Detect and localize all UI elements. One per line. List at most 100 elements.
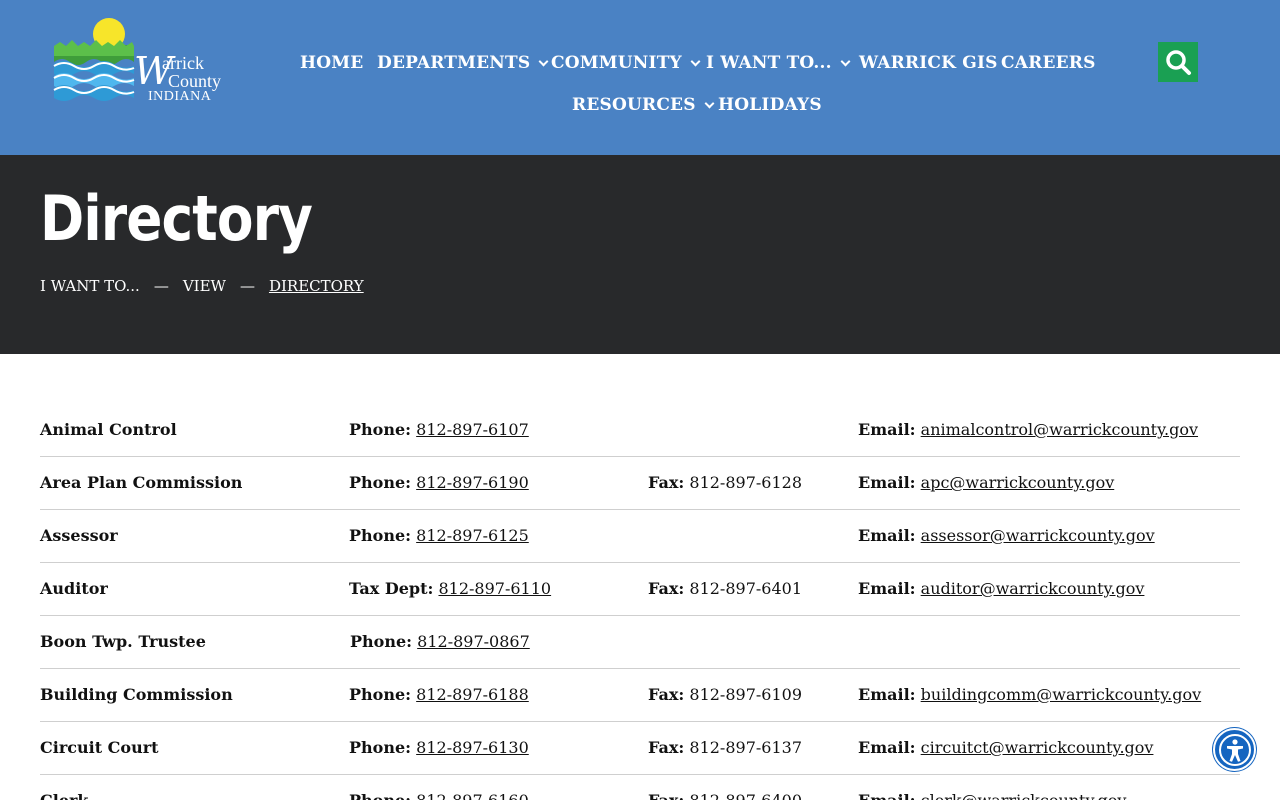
fax-number: 812-897-6400 [689,791,802,800]
email-label: Email: [858,579,916,598]
phone-label: Phone: [350,632,413,651]
nav-careers[interactable]: CAREERS [1001,53,1096,73]
accessibility-button[interactable] [1213,728,1256,771]
department-name: Animal Control [40,420,177,439]
logo-line-arrick: arrick [162,53,204,73]
nav-home[interactable]: HOME [300,53,363,73]
phone-cell: Phone: 812-897-6130 [349,738,529,757]
directory-row: Assessor Phone: 812-897-6125 Email: asse… [40,510,1240,563]
breadcrumb-directory[interactable]: DIRECTORY [269,277,364,295]
fax-cell: Fax: 812-897-6109 [648,685,802,704]
phone-cell: Phone: 812-897-6190 [349,473,529,492]
accessibility-icon [1218,733,1251,766]
breadcrumb-i-want-to[interactable]: I WANT TO... [40,277,140,295]
department-name: Assessor [40,526,118,545]
phone-link[interactable]: 812-897-6160 [416,791,529,800]
fax-cell: Fax: 812-897-6401 [648,579,802,598]
directory-row: Building Commission Phone: 812-897-6188 … [40,669,1240,722]
department-name: Building Commission [40,685,233,704]
nav-departments[interactable]: DEPARTMENTS [377,53,549,73]
page-hero: Directory I WANT TO... — VIEW — DIRECTOR… [0,155,1280,354]
fax-label: Fax: [648,791,684,800]
phone-link[interactable]: 812-897-6125 [416,526,529,545]
department-name: Circuit Court [40,738,159,757]
nav-warrick-gis[interactable]: WARRICK GIS [859,53,998,73]
chevron-down-icon [704,98,715,108]
email-cell: Email: buildingcomm@warrickcounty.gov [858,685,1201,704]
fax-cell: Fax: 812-897-6137 [648,738,802,757]
chevron-down-icon [538,56,549,66]
phone-link[interactable]: 812-897-6188 [416,685,529,704]
breadcrumb: I WANT TO... — VIEW — DIRECTORY [40,277,364,295]
email-cell: Email: circuitct@warrickcounty.gov [858,738,1153,757]
directory-row: Boon Twp. Trustee Phone: 812-897-0867 [40,616,1240,669]
email-link[interactable]: buildingcomm@warrickcounty.gov [921,685,1201,704]
nav-resources-label: RESOURCES [572,95,696,115]
email-link[interactable]: apc@warrickcounty.gov [921,473,1115,492]
phone-link[interactable]: 812-897-0867 [417,632,530,651]
warrick-county-logo[interactable]: W arrick County INDIANA [52,16,232,108]
nav-resources[interactable]: RESOURCES [572,95,715,115]
nav-i-want-to-label: I WANT TO... [706,53,832,73]
fax-label: Fax: [648,685,685,704]
phone-link[interactable]: 812-897-6107 [416,420,529,439]
fax-number: 812-897-6137 [689,738,802,757]
chevron-down-icon [840,56,851,66]
email-link[interactable]: auditor@warrickcounty.gov [921,579,1145,598]
tax-dept-label: Tax Dept: [349,579,434,598]
email-cell: Email: animalcontrol@warrickcounty.gov [858,420,1198,439]
department-name: Boon Twp. Trustee [40,632,206,651]
chevron-down-icon [690,56,701,66]
logo-line-indiana: INDIANA [148,89,212,104]
search-button[interactable] [1158,42,1198,82]
directory-row: Animal Control Phone: 812-897-6107 Email… [40,404,1240,457]
nav-community[interactable]: COMMUNITY [551,53,701,73]
department-name: Clerk [40,791,89,800]
page-title: Directory [40,182,313,255]
email-label: Email: [858,791,916,800]
phone-cell: Phone: 812-897-6188 [349,685,529,704]
nav-holidays[interactable]: HOLIDAYS [718,95,822,115]
email-label: Email: [858,526,916,545]
breadcrumb-view[interactable]: VIEW [183,277,226,295]
directory-row: Area Plan Commission Phone: 812-897-6190… [40,457,1240,510]
fax-cell: Fax: 812-897-6400 [648,791,802,800]
phone-cell: Phone: 812-897-6125 [349,526,529,545]
nav-departments-label: DEPARTMENTS [377,53,531,73]
email-label: Email: [858,473,916,492]
directory-row: Circuit Court Phone: 812-897-6130 Fax: 8… [40,722,1240,775]
email-cell: Email: apc@warrickcounty.gov [858,473,1114,492]
nav-home-label: HOME [300,53,364,73]
phone-label: Phone: [349,420,412,439]
fax-label: Fax: [648,738,685,757]
logo-line-county: County [168,71,222,91]
phone-label: Phone: [349,473,412,492]
email-link[interactable]: clerk@warrickcounty.gov [921,791,1127,800]
email-cell: Email: assessor@warrickcounty.gov [858,526,1155,545]
email-cell: Email: clerk@warrickcounty.gov [858,791,1126,800]
fax-label: Fax: [648,473,685,492]
phone-link[interactable]: 812-897-6190 [416,473,529,492]
site-header: W arrick County INDIANA HOME DEPARTMENTS… [0,0,1280,155]
directory-row: Auditor Tax Dept: 812-897-6110 Fax: 812-… [40,563,1240,616]
nav-warrick-gis-label: WARRICK GIS [859,53,998,73]
email-link[interactable]: circuitct@warrickcounty.gov [921,738,1154,757]
phone-link[interactable]: 812-897-6110 [438,579,551,598]
email-label: Email: [858,685,916,704]
email-link[interactable]: assessor@warrickcounty.gov [921,526,1155,545]
phone-label: Phone: [349,738,412,757]
email-cell: Email: auditor@warrickcounty.gov [858,579,1144,598]
department-name: Area Plan Commission [40,473,243,492]
fax-cell: Fax: 812-897-6128 [648,473,802,492]
nav-i-want-to[interactable]: I WANT TO... [706,53,851,73]
logo-emblem-icon [53,18,135,101]
email-link[interactable]: animalcontrol@warrickcounty.gov [921,420,1198,439]
phone-label: Phone: [349,685,412,704]
fax-label: Fax: [648,579,685,598]
email-label: Email: [858,420,916,439]
fax-number: 812-897-6401 [689,579,802,598]
phone-link[interactable]: 812-897-6130 [416,738,529,757]
phone-cell: Phone: 812-897-0867 [350,632,530,651]
breadcrumb-separator: — [239,277,255,295]
phone-cell: Tax Dept: 812-897-6110 [349,579,551,598]
